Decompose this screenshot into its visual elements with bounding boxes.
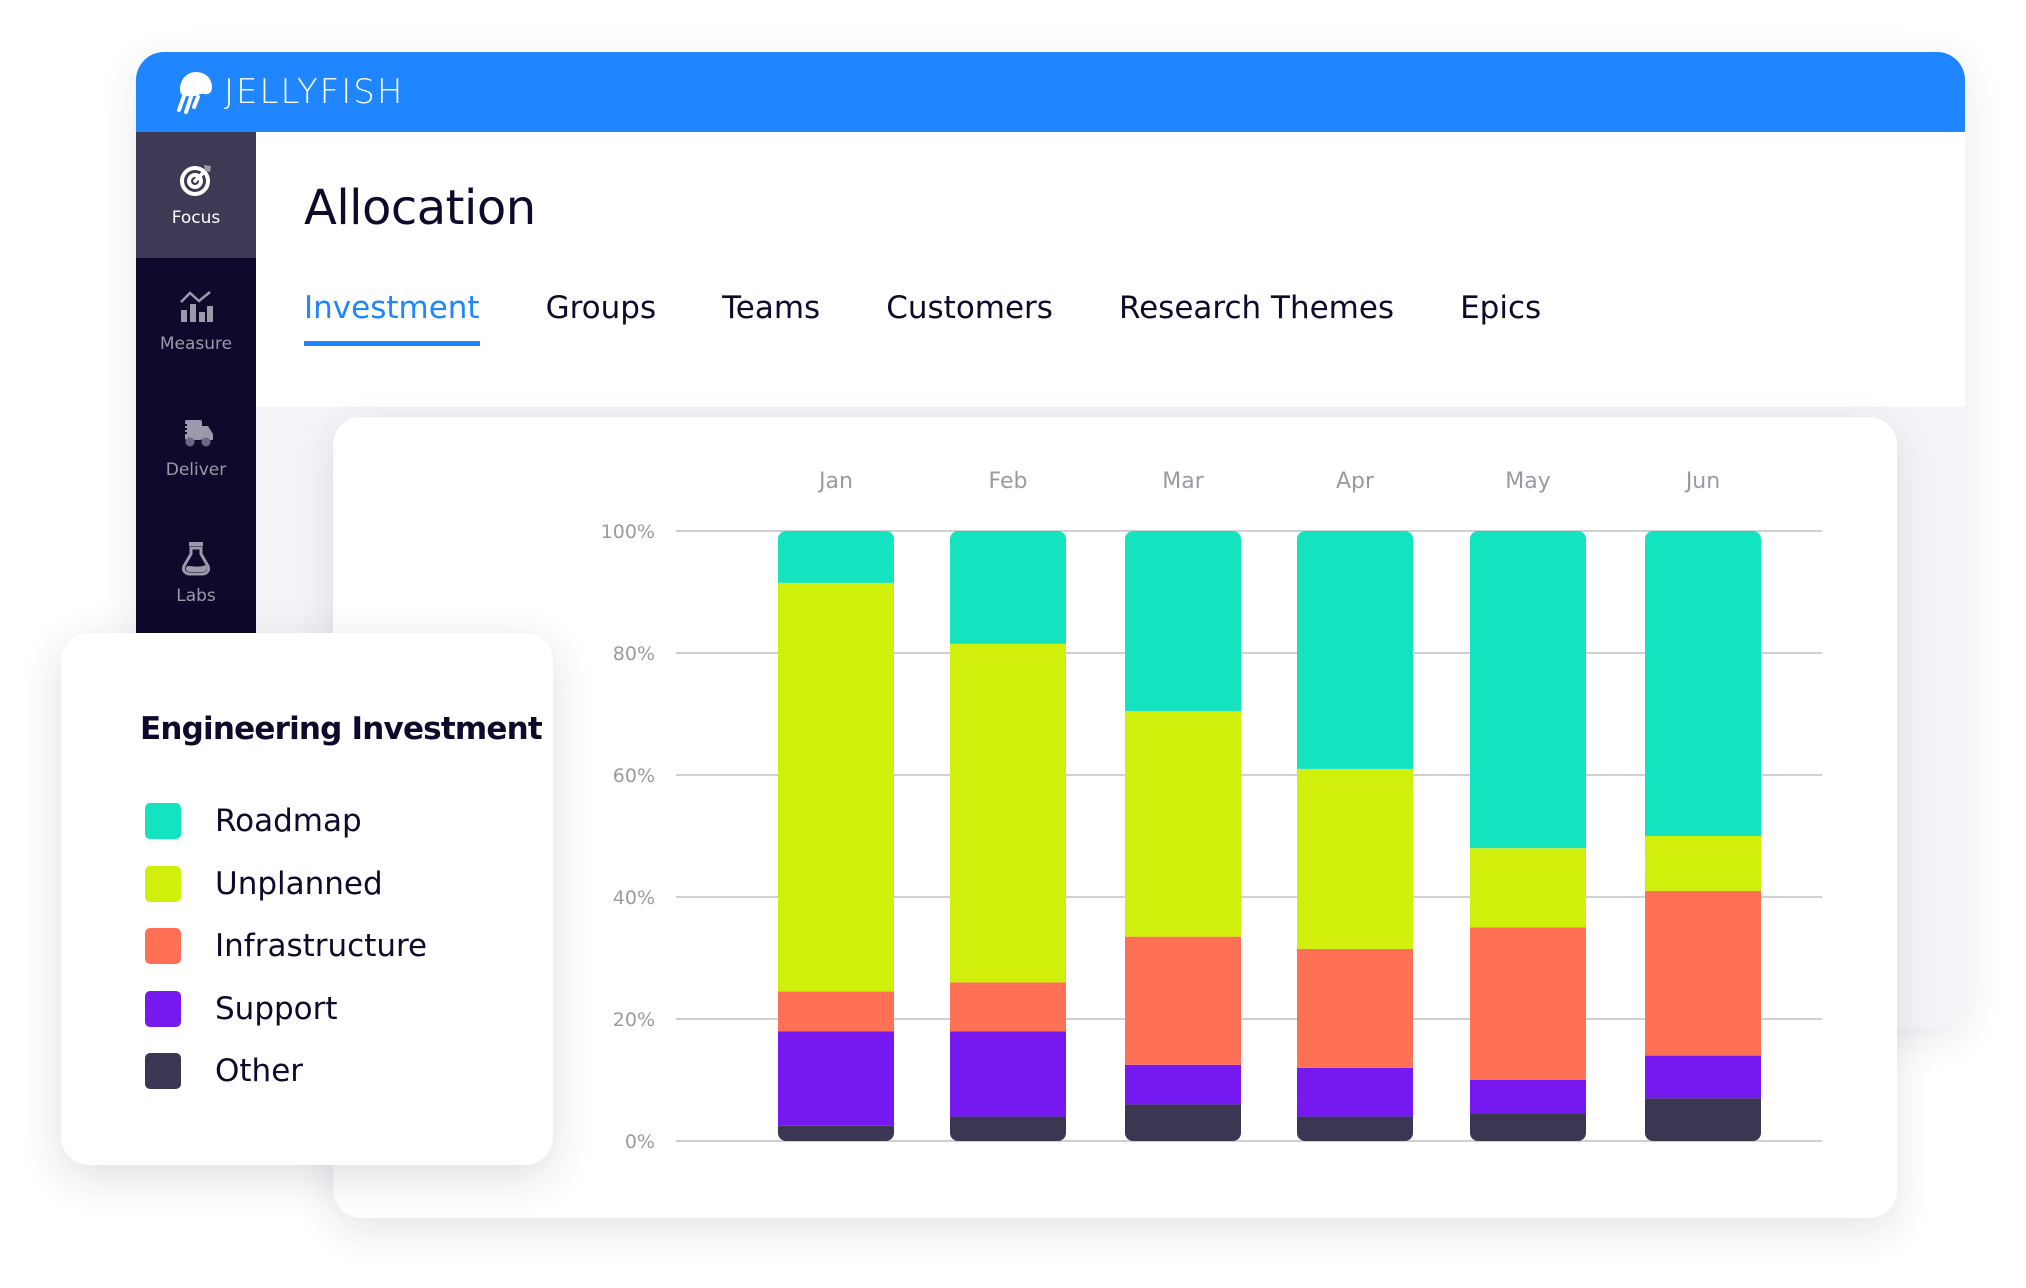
legend-label: Roadmap <box>215 803 362 840</box>
bar-segment-roadmap[interactable] <box>1125 531 1241 711</box>
bar-stack-jun[interactable] <box>1645 531 1761 1141</box>
bar-segment-other[interactable] <box>778 1125 894 1141</box>
legend-swatch <box>145 928 181 965</box>
bar-segment-roadmap[interactable] <box>1297 531 1413 769</box>
bar-segment-unplanned[interactable] <box>1645 836 1761 891</box>
bar-segment-support[interactable] <box>1645 1055 1761 1099</box>
legend-swatch <box>145 865 181 902</box>
legend-label: Support <box>215 990 338 1027</box>
bar-segment-infrastructure[interactable] <box>778 991 894 1032</box>
y-tick-label: 20% <box>613 1009 655 1031</box>
legend-swatch <box>145 1053 181 1090</box>
bar-segment-support[interactable] <box>1470 1080 1586 1114</box>
legend-card: Engineering Investment Roadmap Unplanned… <box>61 633 553 1165</box>
legend-item-other[interactable]: Other <box>145 1040 427 1103</box>
y-tick-label: 80% <box>613 643 655 665</box>
x-tick-label: Mar <box>1162 469 1204 494</box>
legend-label: Other <box>215 1053 304 1090</box>
legend-item-unplanned[interactable]: Unplanned <box>145 853 427 916</box>
bar-segment-roadmap[interactable] <box>778 531 894 583</box>
bar-stack-jan[interactable] <box>778 531 894 1141</box>
x-axis-labels: Jan Feb Mar Apr May Jun <box>817 469 1720 494</box>
bar-segment-infrastructure[interactable] <box>1297 948 1413 1068</box>
y-tick-label: 0% <box>625 1131 655 1153</box>
bar-segment-infrastructure[interactable] <box>1645 890 1761 1056</box>
bar-segment-infrastructure[interactable] <box>950 982 1066 1032</box>
bar-stack-apr[interactable] <box>1297 531 1413 1141</box>
bar-stack-feb[interactable] <box>950 531 1066 1141</box>
bar-segment-support[interactable] <box>1125 1064 1241 1105</box>
bar-segment-infrastructure[interactable] <box>1470 927 1586 1081</box>
x-tick-label: Jan <box>817 469 853 494</box>
y-axis-ticks: 0% 20% 40% 60% 80% 100% <box>601 521 655 1153</box>
y-tick-label: 40% <box>613 887 655 909</box>
x-tick-label: Feb <box>989 469 1028 494</box>
bar-segment-support[interactable] <box>778 1031 894 1126</box>
x-tick-label: Jun <box>1684 469 1720 494</box>
bar-segment-other[interactable] <box>950 1116 1066 1141</box>
bar-segment-unplanned[interactable] <box>778 582 894 992</box>
bar-segment-roadmap[interactable] <box>1645 531 1761 836</box>
bar-segment-unplanned[interactable] <box>950 643 1066 983</box>
legend-swatch <box>145 803 181 840</box>
bars <box>778 531 1761 1141</box>
bar-segment-other[interactable] <box>1645 1098 1761 1141</box>
legend-item-infrastructure[interactable]: Infrastructure <box>145 915 427 978</box>
bar-segment-other[interactable] <box>1125 1104 1241 1141</box>
legend-label: Infrastructure <box>215 928 428 965</box>
y-tick-label: 100% <box>601 521 655 543</box>
legend-item-support[interactable]: Support <box>145 978 427 1041</box>
bar-segment-other[interactable] <box>1470 1113 1586 1141</box>
bar-segment-other[interactable] <box>1297 1116 1413 1141</box>
bar-segment-support[interactable] <box>950 1031 1066 1117</box>
legend-list: Roadmap Unplanned Infrastructure Support… <box>145 790 427 1103</box>
bar-segment-unplanned[interactable] <box>1297 768 1413 949</box>
bar-segment-support[interactable] <box>1297 1067 1413 1117</box>
x-tick-label: Apr <box>1336 469 1375 494</box>
bar-segment-infrastructure[interactable] <box>1125 936 1241 1065</box>
x-tick-label: May <box>1505 469 1550 494</box>
legend-swatch <box>145 990 181 1027</box>
bar-stack-may[interactable] <box>1470 531 1586 1141</box>
bar-segment-roadmap[interactable] <box>1470 531 1586 849</box>
legend-title: Engineering Investment <box>140 711 543 747</box>
legend-label: Unplanned <box>215 865 383 902</box>
legend-item-roadmap[interactable]: Roadmap <box>145 790 427 853</box>
bar-stack-mar[interactable] <box>1125 531 1241 1141</box>
bar-segment-roadmap[interactable] <box>950 531 1066 644</box>
bar-segment-unplanned[interactable] <box>1125 710 1241 937</box>
bar-segment-unplanned[interactable] <box>1470 848 1586 928</box>
y-tick-label: 60% <box>613 765 655 787</box>
